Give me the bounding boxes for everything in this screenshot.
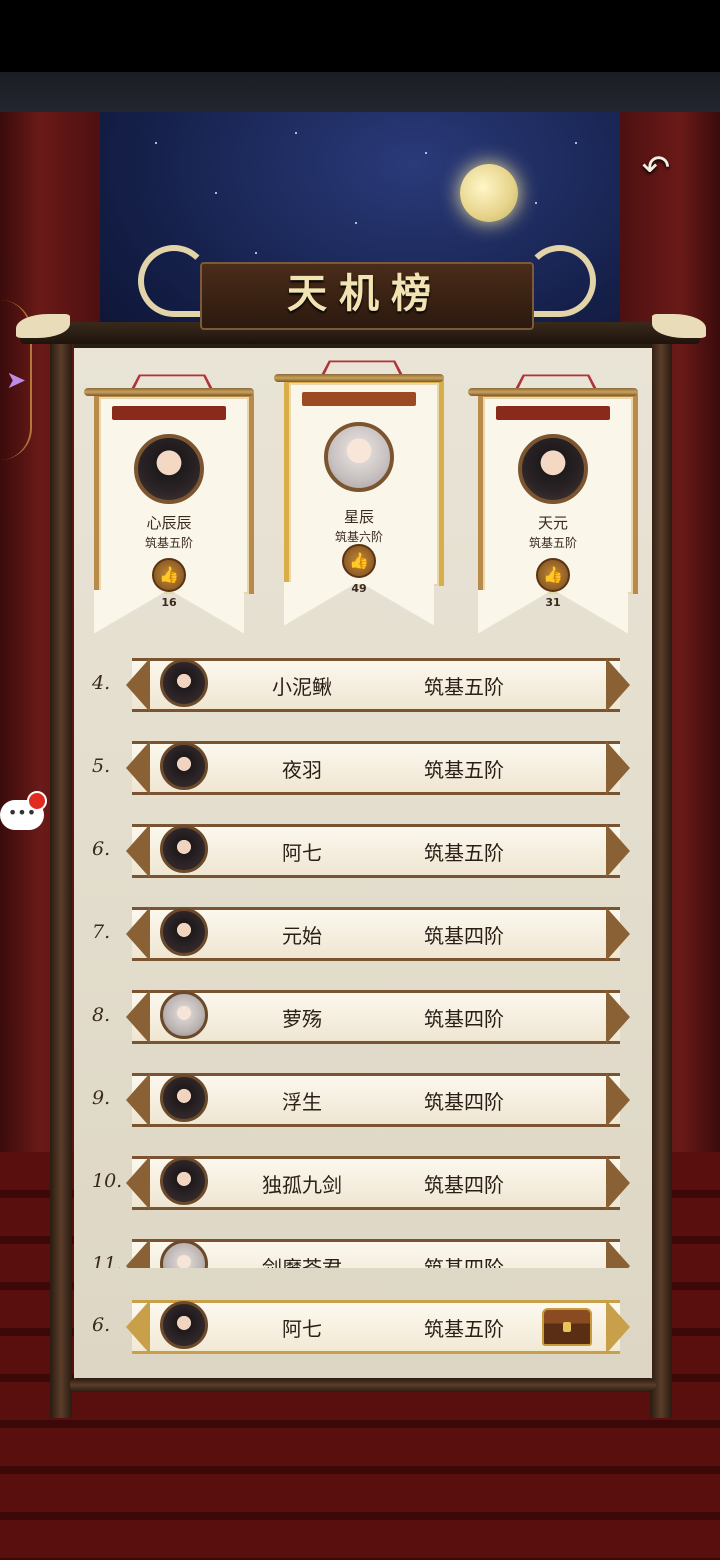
- ranking-row[interactable]: 6. 阿七 筑基五阶: [74, 820, 652, 882]
- cloud-ornament-right: [524, 245, 596, 317]
- player-realm: 筑基五阶: [424, 675, 504, 699]
- player-realm: 筑基四阶: [424, 1007, 504, 1031]
- like-count: 49: [351, 582, 367, 595]
- banner-rod: [274, 374, 444, 382]
- rank-number: 8.: [92, 1004, 111, 1026]
- avatar[interactable]: [518, 434, 588, 504]
- player-realm: 筑基五阶: [424, 841, 504, 865]
- player-realm: 筑基四阶: [424, 924, 504, 948]
- player-name: 阿七: [282, 1317, 322, 1341]
- ranking-row[interactable]: 4. 小泥鳅 筑基五阶: [74, 654, 652, 716]
- player-realm: 筑基五阶: [424, 1317, 504, 1341]
- side-expand-arrow-icon[interactable]: ➤: [6, 366, 26, 394]
- right-frame-post: [650, 330, 672, 1418]
- rank-number: 6.: [92, 1314, 111, 1336]
- my-ranking-row[interactable]: 6. 阿七 筑基五阶: [74, 1296, 652, 1360]
- player-name: 剑魔苍君: [262, 1256, 342, 1268]
- player-realm: 筑基五阶: [424, 758, 504, 782]
- rank-number: 11.: [92, 1253, 123, 1268]
- top-player-name: 天元: [537, 514, 568, 532]
- back-arrow-icon[interactable]: ↶: [636, 150, 676, 186]
- treasure-chest-icon[interactable]: [542, 1308, 592, 1346]
- avatar[interactable]: [134, 434, 204, 504]
- player-realm: 筑基四阶: [424, 1173, 504, 1197]
- top-player-name: 心辰辰: [146, 514, 192, 532]
- ranking-row[interactable]: 10. 独孤九剑 筑基四阶: [74, 1152, 652, 1214]
- avatar[interactable]: [160, 659, 208, 707]
- avatar[interactable]: [160, 1301, 208, 1349]
- banner-emblem: [112, 406, 226, 420]
- banner-emblem: [496, 406, 610, 420]
- thumbs-up-icon[interactable]: 👍: [536, 558, 570, 592]
- avatar[interactable]: [160, 1157, 208, 1205]
- like-count: 16: [161, 596, 177, 609]
- banner-rod: [468, 388, 638, 396]
- avatar[interactable]: [160, 908, 208, 956]
- thumbs-up-icon[interactable]: 👍: [152, 558, 186, 592]
- top-trim: [0, 72, 720, 115]
- avatar[interactable]: [160, 742, 208, 790]
- status-bar: [0, 0, 720, 72]
- top-banner-1: 星辰 筑基六阶 👍 49: [274, 356, 444, 626]
- player-name: 夜羽: [282, 758, 322, 782]
- top-player-rank: 筑基五阶: [144, 536, 193, 550]
- ranking-list[interactable]: 4. 小泥鳅 筑基五阶 5. 夜羽 筑基五阶 6. 阿七 筑基五阶 7. 元始 …: [74, 650, 652, 1268]
- player-name: 萝殇: [282, 1007, 322, 1031]
- top-banner-3: 天元 筑基五阶 👍 31: [468, 370, 638, 634]
- player-realm: 筑基四阶: [424, 1256, 504, 1268]
- ranking-row[interactable]: 7. 元始 筑基四阶: [74, 903, 652, 965]
- scroll-bottom-rod: [70, 1378, 656, 1392]
- avatar[interactable]: [160, 991, 208, 1039]
- like-count: 31: [545, 596, 561, 609]
- left-frame-post: [50, 330, 72, 1418]
- rank-number: 7.: [92, 921, 111, 943]
- ranking-row[interactable]: 9. 浮生 筑基四阶: [74, 1069, 652, 1131]
- rank-number: 6.: [92, 838, 111, 860]
- avatar[interactable]: [160, 1074, 208, 1122]
- player-name: 小泥鳅: [272, 675, 332, 699]
- rank-number: 4.: [92, 672, 111, 694]
- ranking-row[interactable]: 5. 夜羽 筑基五阶: [74, 737, 652, 799]
- avatar[interactable]: [160, 825, 208, 873]
- top-banner-2: 心辰辰 筑基五阶 👍 16: [84, 370, 254, 634]
- player-name: 独孤九剑: [262, 1173, 342, 1197]
- player-name: 阿七: [282, 841, 322, 865]
- page-title: 天机榜: [287, 270, 443, 317]
- rank-number: 9.: [92, 1087, 111, 1109]
- top-player-rank: 筑基五阶: [528, 536, 577, 550]
- top-player-name: 星辰: [343, 508, 374, 526]
- banner-emblem: [302, 392, 416, 406]
- player-realm: 筑基四阶: [424, 1090, 504, 1114]
- top-player-rank: 筑基六阶: [334, 530, 383, 544]
- player-name: 元始: [282, 924, 322, 948]
- rank-number: 5.: [92, 755, 111, 777]
- rank-number: 10.: [92, 1170, 123, 1192]
- banner-rod: [84, 388, 254, 396]
- moon: [460, 164, 518, 222]
- ranking-row[interactable]: 11. 剑魔苍君 筑基四阶: [74, 1235, 652, 1268]
- player-name: 浮生: [282, 1090, 322, 1114]
- thumbs-up-icon[interactable]: 👍: [342, 544, 376, 578]
- avatar[interactable]: [324, 422, 394, 492]
- ranking-row[interactable]: 8. 萝殇 筑基四阶: [74, 986, 652, 1048]
- notification-dot: [27, 791, 47, 811]
